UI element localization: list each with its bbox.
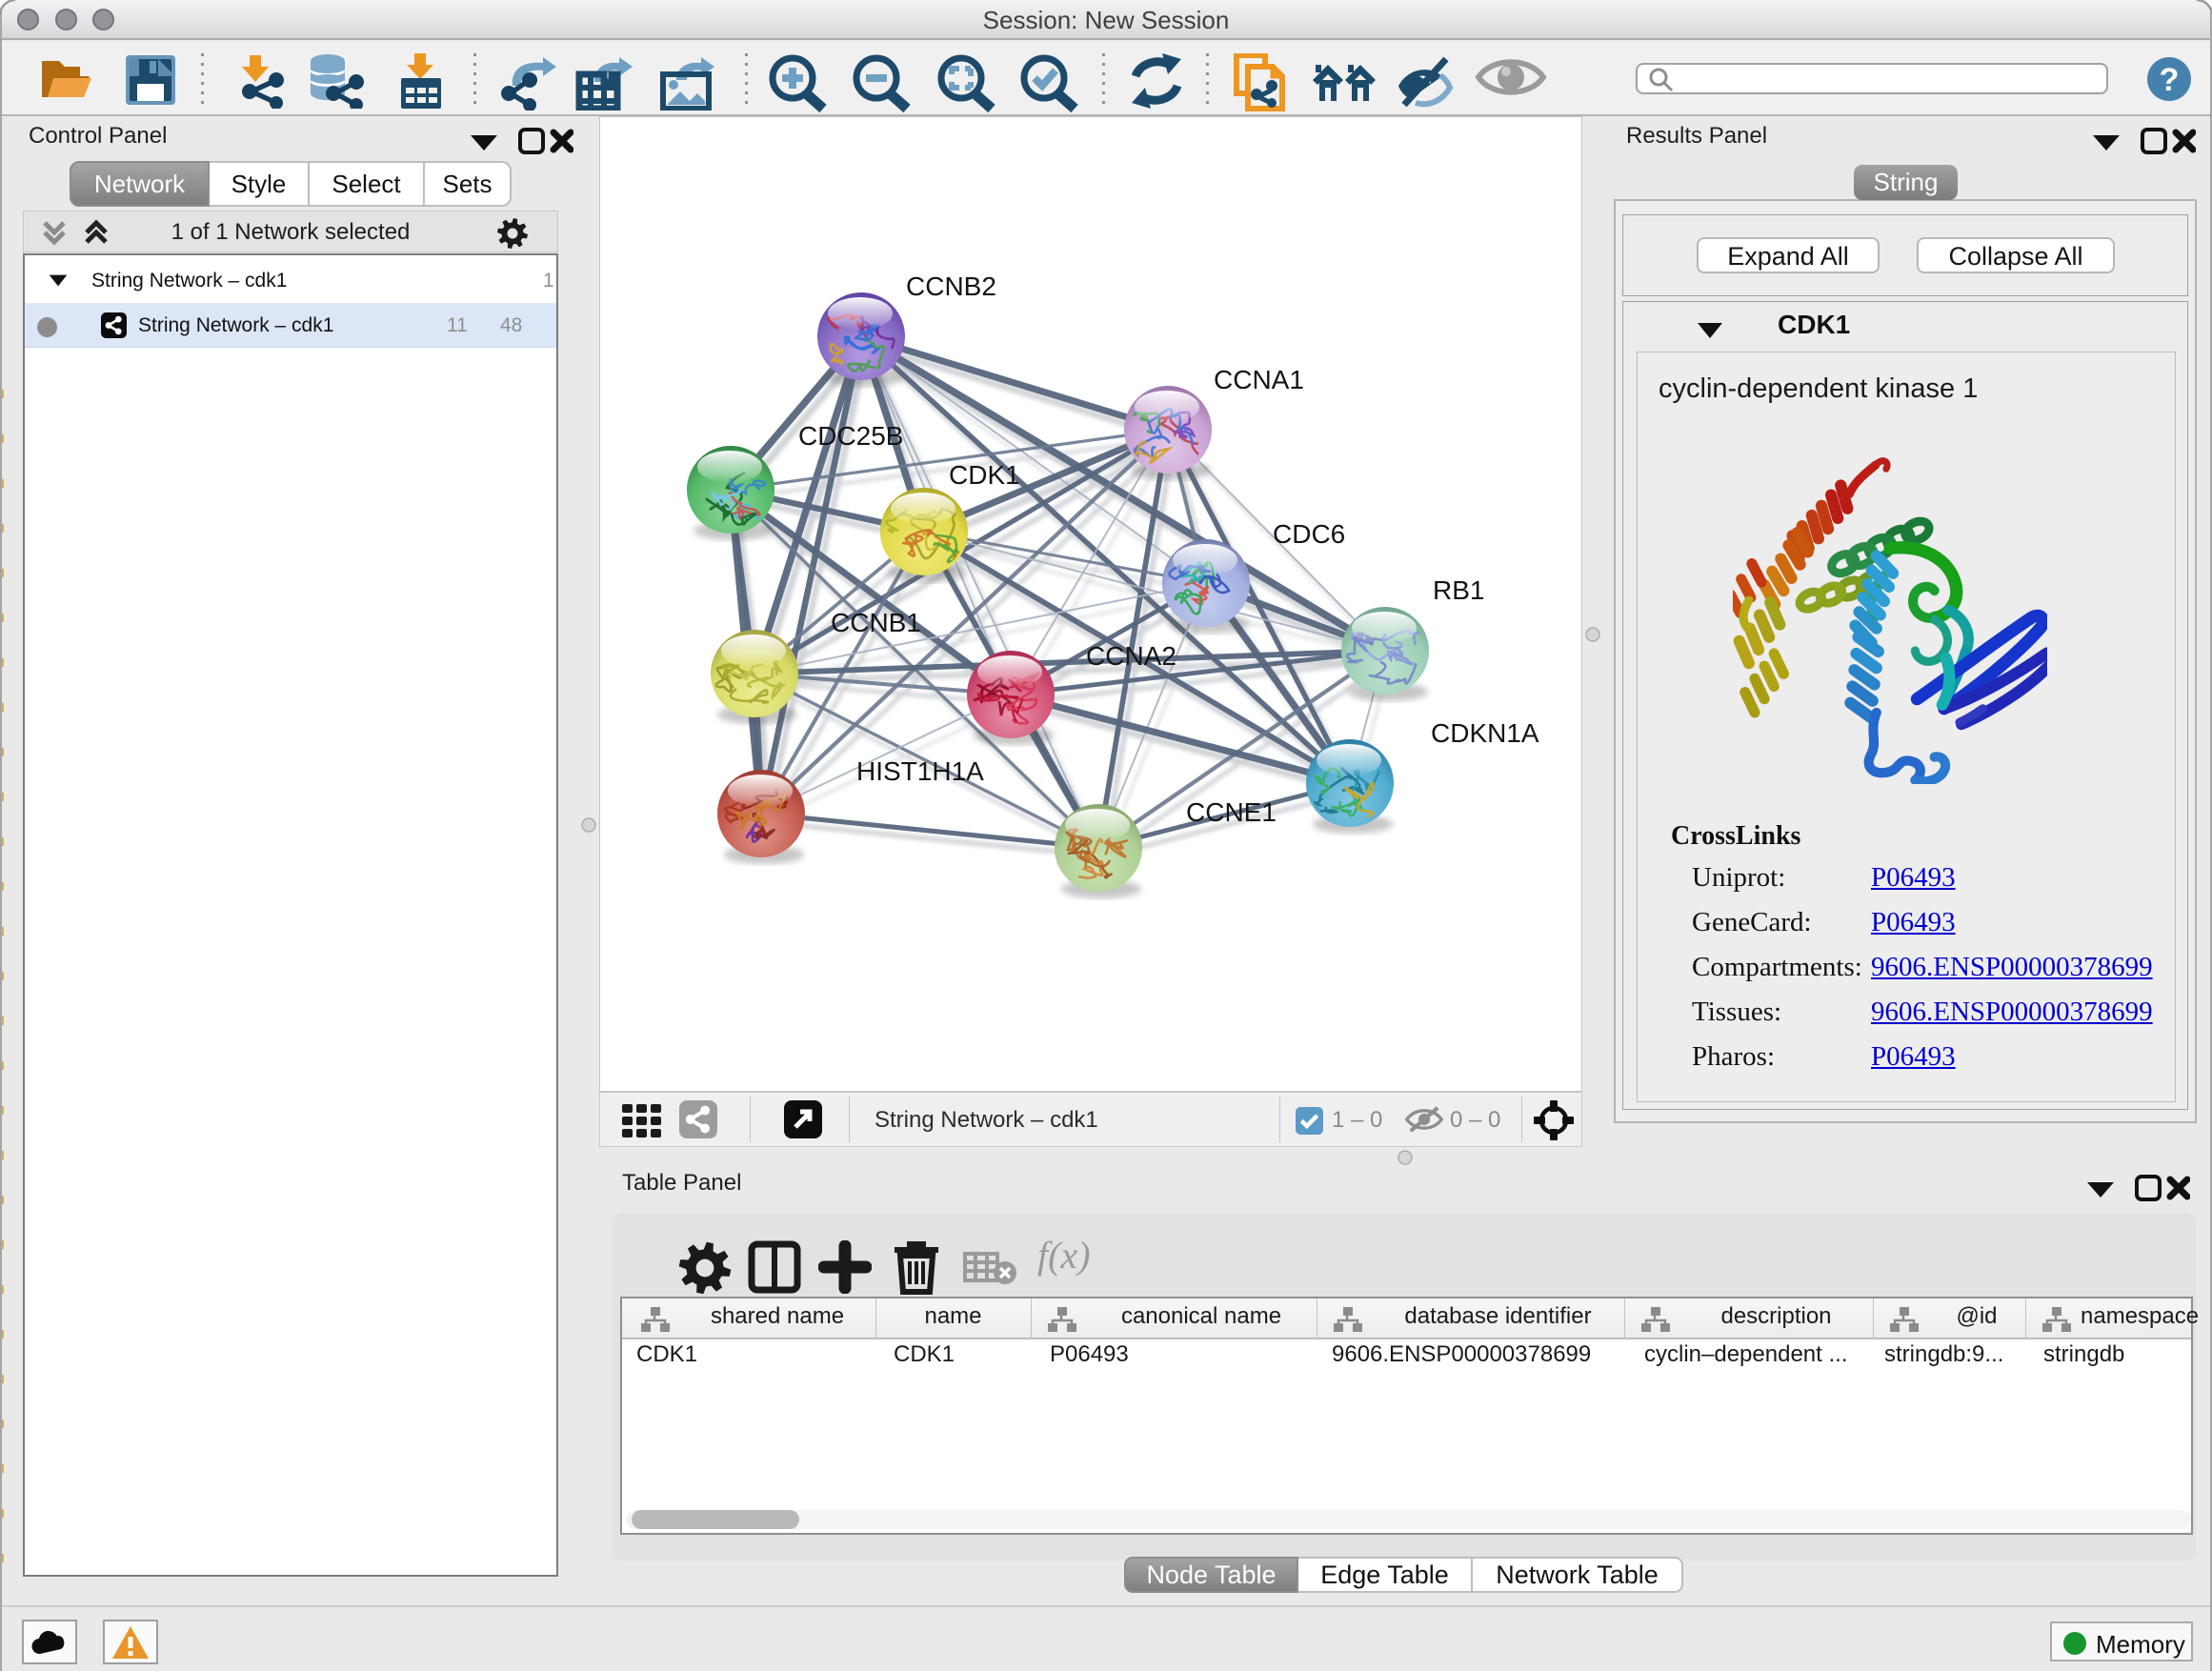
- svg-text:CCNE1: CCNE1: [1186, 797, 1277, 827]
- svg-text:CCNB1: CCNB1: [831, 608, 921, 637]
- svg-text:CDK1: CDK1: [949, 460, 1020, 490]
- svg-text:CDC6: CDC6: [1273, 519, 1345, 549]
- svg-text:CCNB2: CCNB2: [906, 272, 996, 301]
- svg-text:CDC25B: CDC25B: [798, 421, 903, 451]
- svg-text:CCNA2: CCNA2: [1086, 641, 1176, 671]
- svg-text:?: ?: [2160, 62, 2180, 98]
- svg-text:RB1: RB1: [1433, 575, 1484, 605]
- svg-text:CDKN1A: CDKN1A: [1431, 718, 1539, 748]
- svg-text:HIST1H1A: HIST1H1A: [856, 756, 984, 786]
- svg-text:CCNA1: CCNA1: [1214, 365, 1304, 394]
